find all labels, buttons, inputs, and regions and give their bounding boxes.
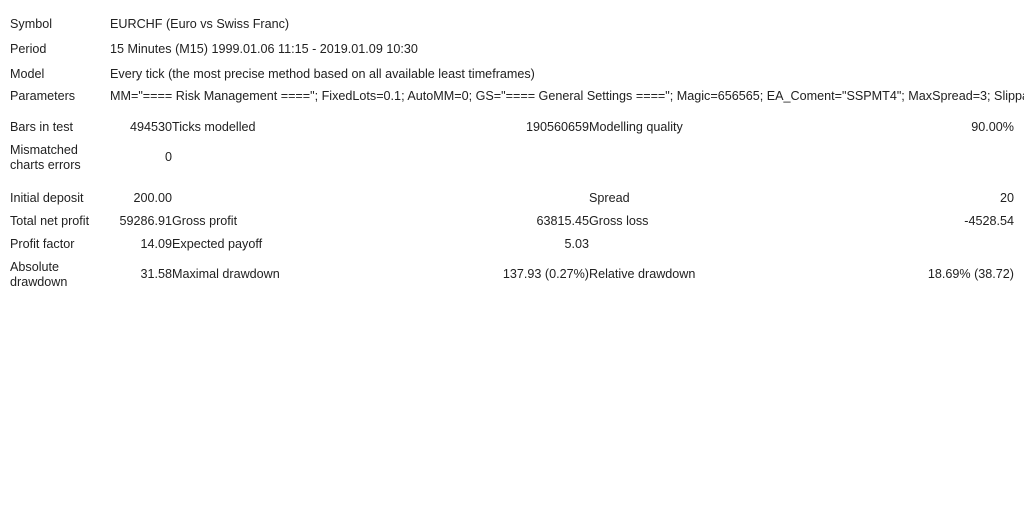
row-label-relative-drawdown: Relative drawdown (589, 267, 696, 282)
strategy-tester-report: Symbol EURCHF (Euro vs Swiss Franc) Peri… (0, 0, 1024, 293)
row-spacer-2 (10, 175, 1014, 186)
row-label-profit-factor: Profit factor (10, 237, 75, 252)
row-value-maximal-drawdown: 137.93 (0.27%) (502, 267, 589, 282)
row-value-ticks-modelled: 190560659 (525, 120, 589, 135)
table-row-bars-in-test: Bars in test 494530 Ticks modelled 19056… (10, 115, 1014, 138)
row-value-mismatched-charts-errors: 0 (164, 150, 172, 165)
row-label-gross-loss: Gross loss (589, 214, 649, 229)
table-row-period: Period 15 Minutes (M15) 1999.01.06 11:15… (10, 39, 1014, 64)
row-label-spread: Spread (589, 191, 630, 206)
row-label-empty-3 (172, 186, 437, 209)
row-value-model: Every tick (the most precise method base… (110, 67, 535, 81)
row-value-gross-profit: 63815.45 (536, 214, 589, 229)
row-label-ticks-modelled: Ticks modelled (172, 120, 256, 135)
row-label-symbol: Symbol (10, 17, 52, 31)
row-value-symbol: EURCHF (Euro vs Swiss Franc) (110, 17, 290, 31)
row-value-empty-1 (437, 138, 589, 175)
row-label-period: Period (10, 42, 47, 56)
row-value-absolute-drawdown: 31.58 (140, 267, 172, 282)
table-row-model: Model Every tick (the most precise metho… (10, 64, 1014, 89)
row-value-parameters: MM="==== Risk Management ===="; FixedLot… (110, 89, 1024, 103)
row-value-empty-4 (844, 232, 1014, 255)
row-value-gross-loss: -4528.54 (964, 214, 1014, 229)
row-label-total-net-profit: Total net profit (10, 214, 90, 229)
row-value-relative-drawdown: 18.69% (38.72) (927, 267, 1014, 282)
row-value-modelling-quality: 90.00% (971, 120, 1014, 135)
table-row-mismatched-charts-errors: Mismatched charts errors 0 (10, 138, 1014, 175)
row-label-parameters: Parameters (10, 89, 76, 104)
row-label-mismatched-charts-errors: Mismatched charts errors (10, 143, 81, 172)
row-label-gross-profit: Gross profit (172, 214, 238, 229)
row-label-empty-2 (589, 138, 844, 175)
row-value-spread: 20 (999, 191, 1014, 206)
row-value-expected-payoff: 5.03 (564, 237, 589, 252)
row-value-total-net-profit: 59286.91 (119, 214, 172, 229)
row-label-expected-payoff: Expected payoff (172, 237, 263, 252)
table-row-total-net-profit: Total net profit 59286.91 Gross profit 6… (10, 209, 1014, 232)
table-row-profit-factor: Profit factor 14.09 Expected payoff 5.03 (10, 232, 1014, 255)
row-label-bars-in-test: Bars in test (10, 120, 73, 135)
row-label-absolute-drawdown: Absolute drawdown (10, 260, 68, 289)
row-value-bars-in-test: 494530 (129, 120, 172, 135)
row-label-empty-4 (589, 232, 844, 255)
table-row-initial-deposit: Initial deposit 200.00 Spread 20 (10, 186, 1014, 209)
row-label-modelling-quality: Modelling quality (589, 120, 683, 135)
report-table: Symbol EURCHF (Euro vs Swiss Franc) Peri… (10, 14, 1024, 293)
row-label-initial-deposit: Initial deposit (10, 191, 84, 206)
table-row-absolute-drawdown: Absolute drawdown 31.58 Maximal drawdown… (10, 255, 1014, 292)
row-value-empty-3 (437, 186, 589, 209)
table-row-parameters: Parameters MM="==== Risk Management ====… (10, 89, 1024, 104)
row-label-maximal-drawdown: Maximal drawdown (172, 267, 280, 282)
row-value-initial-deposit: 200.00 (133, 191, 172, 206)
row-value-profit-factor: 14.09 (140, 237, 172, 252)
table-row-symbol: Symbol EURCHF (Euro vs Swiss Franc) (10, 14, 1014, 39)
row-spacer (10, 104, 1014, 115)
row-value-empty-2 (844, 138, 1014, 175)
row-label-model: Model (10, 67, 45, 81)
row-label-empty-1 (172, 138, 437, 175)
row-value-period: 15 Minutes (M15) 1999.01.06 11:15 - 2019… (110, 42, 418, 56)
